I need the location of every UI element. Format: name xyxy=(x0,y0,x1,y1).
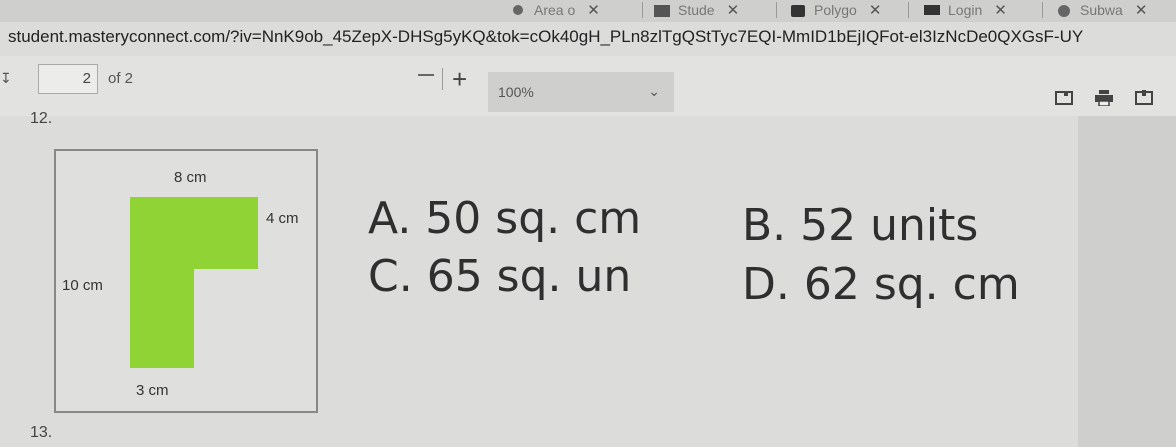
side-panel xyxy=(1078,116,1176,447)
close-icon[interactable]: ✕ xyxy=(727,1,740,19)
grid-icon xyxy=(654,4,670,17)
tab-login[interactable]: Login ✕ xyxy=(924,0,1007,20)
dimension-label-top: 8 cm xyxy=(174,169,207,186)
zoom-value: 100% xyxy=(498,84,534,100)
tab-label: Stude xyxy=(678,2,715,18)
chevron-down-icon: ⌄ xyxy=(648,83,660,99)
page-count: of 2 xyxy=(108,70,134,87)
zoom-out-button[interactable] xyxy=(418,74,434,76)
l-shape-top xyxy=(130,197,258,269)
dimension-label-bottom: 3 cm xyxy=(136,382,169,399)
close-icon[interactable]: ✕ xyxy=(994,1,1007,19)
zoom-select[interactable]: 100% ⌄ xyxy=(488,72,674,112)
question-number: 12. xyxy=(30,110,53,127)
arrow-down-icon[interactable]: ↧ xyxy=(0,70,12,86)
tab-divider xyxy=(642,2,643,18)
tab-divider xyxy=(1042,2,1043,18)
close-icon[interactable]: ✕ xyxy=(869,1,882,19)
answer-choice-a[interactable]: A. 50 sq. cm xyxy=(368,193,641,244)
tab-label: Area o xyxy=(534,2,576,18)
tab-label: Polygo xyxy=(814,2,857,18)
tab-divider xyxy=(776,2,777,18)
page-number-input[interactable]: 2 xyxy=(38,64,98,94)
print-icon[interactable] xyxy=(1094,90,1114,107)
tab-student[interactable]: Stude ✕ xyxy=(654,0,739,20)
close-icon[interactable]: ✕ xyxy=(587,1,600,19)
dimension-label-left: 10 cm xyxy=(62,277,103,294)
tab-divider xyxy=(908,2,909,18)
address-bar[interactable]: student.masteryconnect.com/?iv=NnK9ob_45… xyxy=(8,24,1176,50)
zoom-divider xyxy=(442,68,443,90)
save-icon[interactable] xyxy=(1054,90,1074,106)
zoom-in-button[interactable]: + xyxy=(452,66,467,92)
answer-choice-c[interactable]: C. 65 sq. un xyxy=(368,251,631,302)
question-number: 13. xyxy=(30,424,53,441)
book-icon xyxy=(924,4,940,16)
browser-tab-bar: Area o ✕ Stude ✕ Polygo ✕ Login ✕ Subwa … xyxy=(0,0,1176,22)
answer-choice-d[interactable]: D. 62 sq. cm xyxy=(742,259,1020,310)
tab-label: Subwa xyxy=(1080,2,1123,18)
answer-choice-b[interactable]: B. 52 units xyxy=(742,200,978,251)
tab-subway[interactable]: Subwa ✕ xyxy=(1056,0,1147,20)
tab-label: Login xyxy=(948,2,983,18)
tab-polygon[interactable]: Polygo ✕ xyxy=(790,0,881,20)
globe-icon xyxy=(1056,4,1072,17)
tab-area[interactable]: Area o ✕ xyxy=(510,0,600,20)
close-icon[interactable]: ✕ xyxy=(1135,1,1148,19)
globe-icon xyxy=(510,4,526,16)
dimension-label-right: 4 cm xyxy=(266,210,299,227)
l-shape-stem xyxy=(130,267,194,368)
q-icon xyxy=(790,4,806,17)
download-icon[interactable] xyxy=(1134,90,1154,106)
